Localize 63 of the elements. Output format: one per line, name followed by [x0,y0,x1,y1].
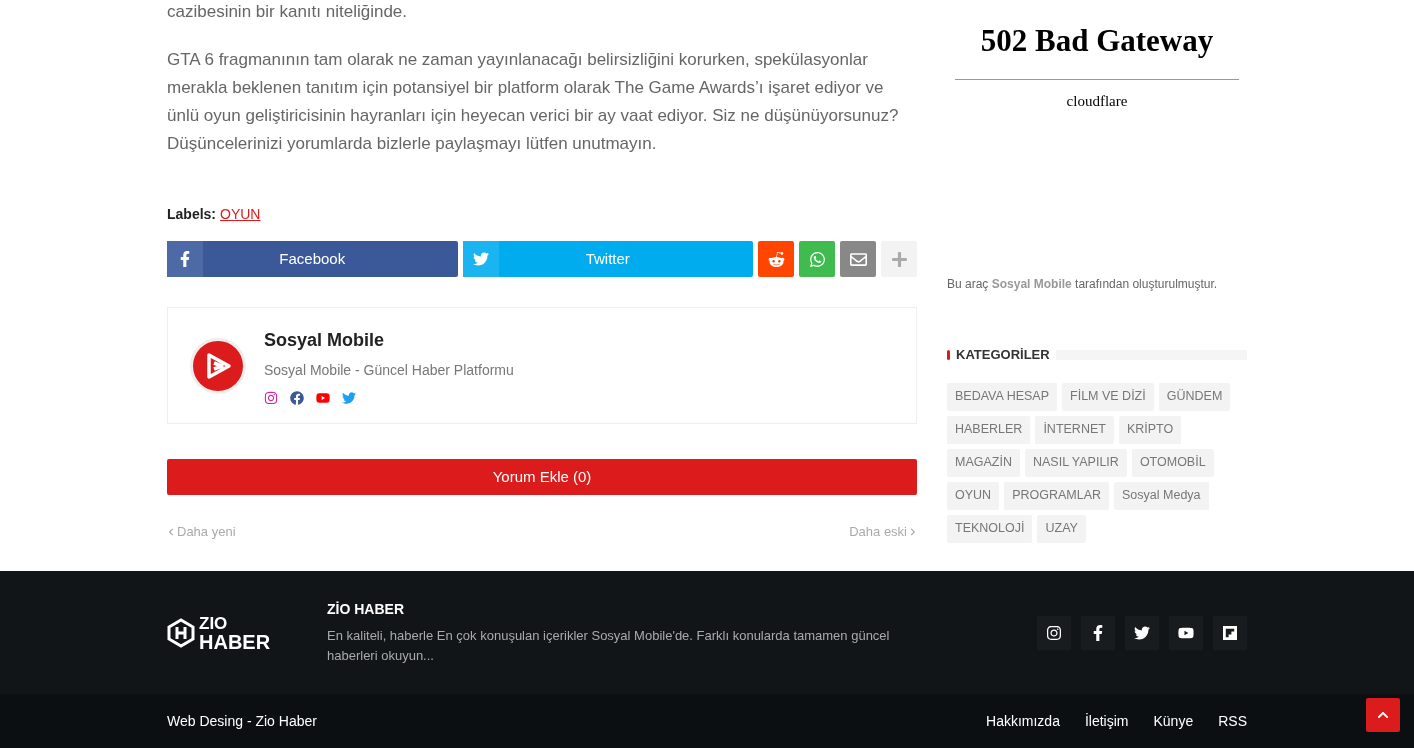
facebook-button[interactable] [1081,615,1115,650]
facebook-icon[interactable] [290,390,304,405]
logo-bottom: HABER [199,632,271,651]
heading-marker [947,349,950,360]
back-to-top-button[interactable] [1366,698,1400,732]
category-tag[interactable]: TEKNOLOJİ [947,514,1033,543]
twitter-icon [472,251,489,267]
instagram-icon[interactable] [264,390,278,405]
youtube-button[interactable] [1169,615,1203,650]
copyright-text: Web Desing - Zio Haber [167,711,317,731]
labels-title: Labels: [167,205,216,224]
logo-top: ZIO [199,614,229,633]
category-tag[interactable]: İNTERNET [1035,415,1114,444]
footer-link[interactable]: RSS [1218,710,1247,732]
footer-link[interactable]: İletişim [1084,710,1129,732]
category-tag[interactable]: OYUN [947,481,1000,510]
footer-description: En kaliteli, haberle En çok konuşulan içerikler Sosyal Mobile'de. Farklı konularda tamamen güncel haberleri okuyun... [327,627,891,665]
twitter-button[interactable] [1125,615,1159,650]
category-tag[interactable]: MAGAZİN [947,448,1020,477]
category-tag[interactable]: KRİPTO [1118,415,1182,444]
category-tag[interactable]: GÜNDEM [1158,382,1231,411]
article-paragraph: GTA 6 fragmanının tam olarak ne zaman yayınlanacağı belirsizliğini korurken, spekülasyonlar merakla beklenen tanıtım için potansiyel bir platform olarak The Game Awards’ı işaret ediyor ve ünlü oyun geliştiricisinin hayranları için heyecan verici bir ay vaat ediyor. Siz ne düşünüyorsunuz? Düşüncelerinizi yorumlarda bizlerle paylaşmayı lütfen unutmayın. [167,49,900,155]
footer-link[interactable]: Hakkımızda [986,710,1060,732]
footer-title: ZİO HABER [327,600,405,619]
plus-icon [890,250,908,268]
article-paragraph: cazibesinin bir kanıtı niteliğinde. [167,1,409,23]
reddit-icon [767,250,785,268]
category-tag[interactable]: OTOMOBİL [1131,448,1214,477]
label-link[interactable]: OYUN [220,204,261,225]
reddit-share-button[interactable] [758,241,794,277]
older-link[interactable]: Daha eski [849,522,917,542]
category-tag[interactable]: NASIL YAPILIR [1024,448,1127,477]
flipboard-button[interactable] [1213,615,1247,650]
instagram-icon [1046,624,1062,641]
category-tag[interactable]: PROGRAMLAR [1004,481,1110,510]
flipboard-icon [1222,624,1238,641]
category-tag[interactable]: HABERLER [947,415,1031,444]
youtube-icon[interactable] [316,390,330,405]
categories-title: KATEGORİLER [956,346,1050,364]
twitter-icon [1134,624,1150,641]
email-icon [849,250,867,268]
chevron-left-icon [167,527,175,536]
twitter-share-button[interactable]: Twitter [462,241,753,277]
category-tag[interactable]: Sosyal Medya [1114,481,1209,510]
credit-text: Bu araç Sosyal Mobile tarafından oluşturulmuştur. [947,276,1219,293]
error-server: cloudflare [1066,91,1128,111]
newer-link[interactable]: Daha yeni [167,522,236,542]
chevron-up-icon [1377,709,1389,721]
twitter-icon[interactable] [342,390,356,405]
footer-link[interactable]: Künye [1153,710,1194,732]
error-title: 502 Bad Gateway [980,22,1214,60]
chevron-right-icon [909,527,917,536]
email-share-button[interactable] [840,241,876,277]
author-name: Sosyal Mobile [264,328,386,352]
instagram-button[interactable] [1037,615,1071,650]
add-comment-button[interactable]: Yorum Ekle (0) [167,459,917,495]
facebook-share-button[interactable]: Facebook [167,241,458,277]
category-tag[interactable]: UZAY [1037,514,1086,543]
author-description: Sosyal Mobile - Güncel Haber Platformu [264,360,514,380]
category-tag[interactable]: BEDAVA HESAP [947,382,1058,411]
hexagon-logo-icon [167,617,195,648]
category-tag[interactable]: FİLM VE DİZİ [1062,382,1154,411]
whatsapp-icon [808,250,826,268]
